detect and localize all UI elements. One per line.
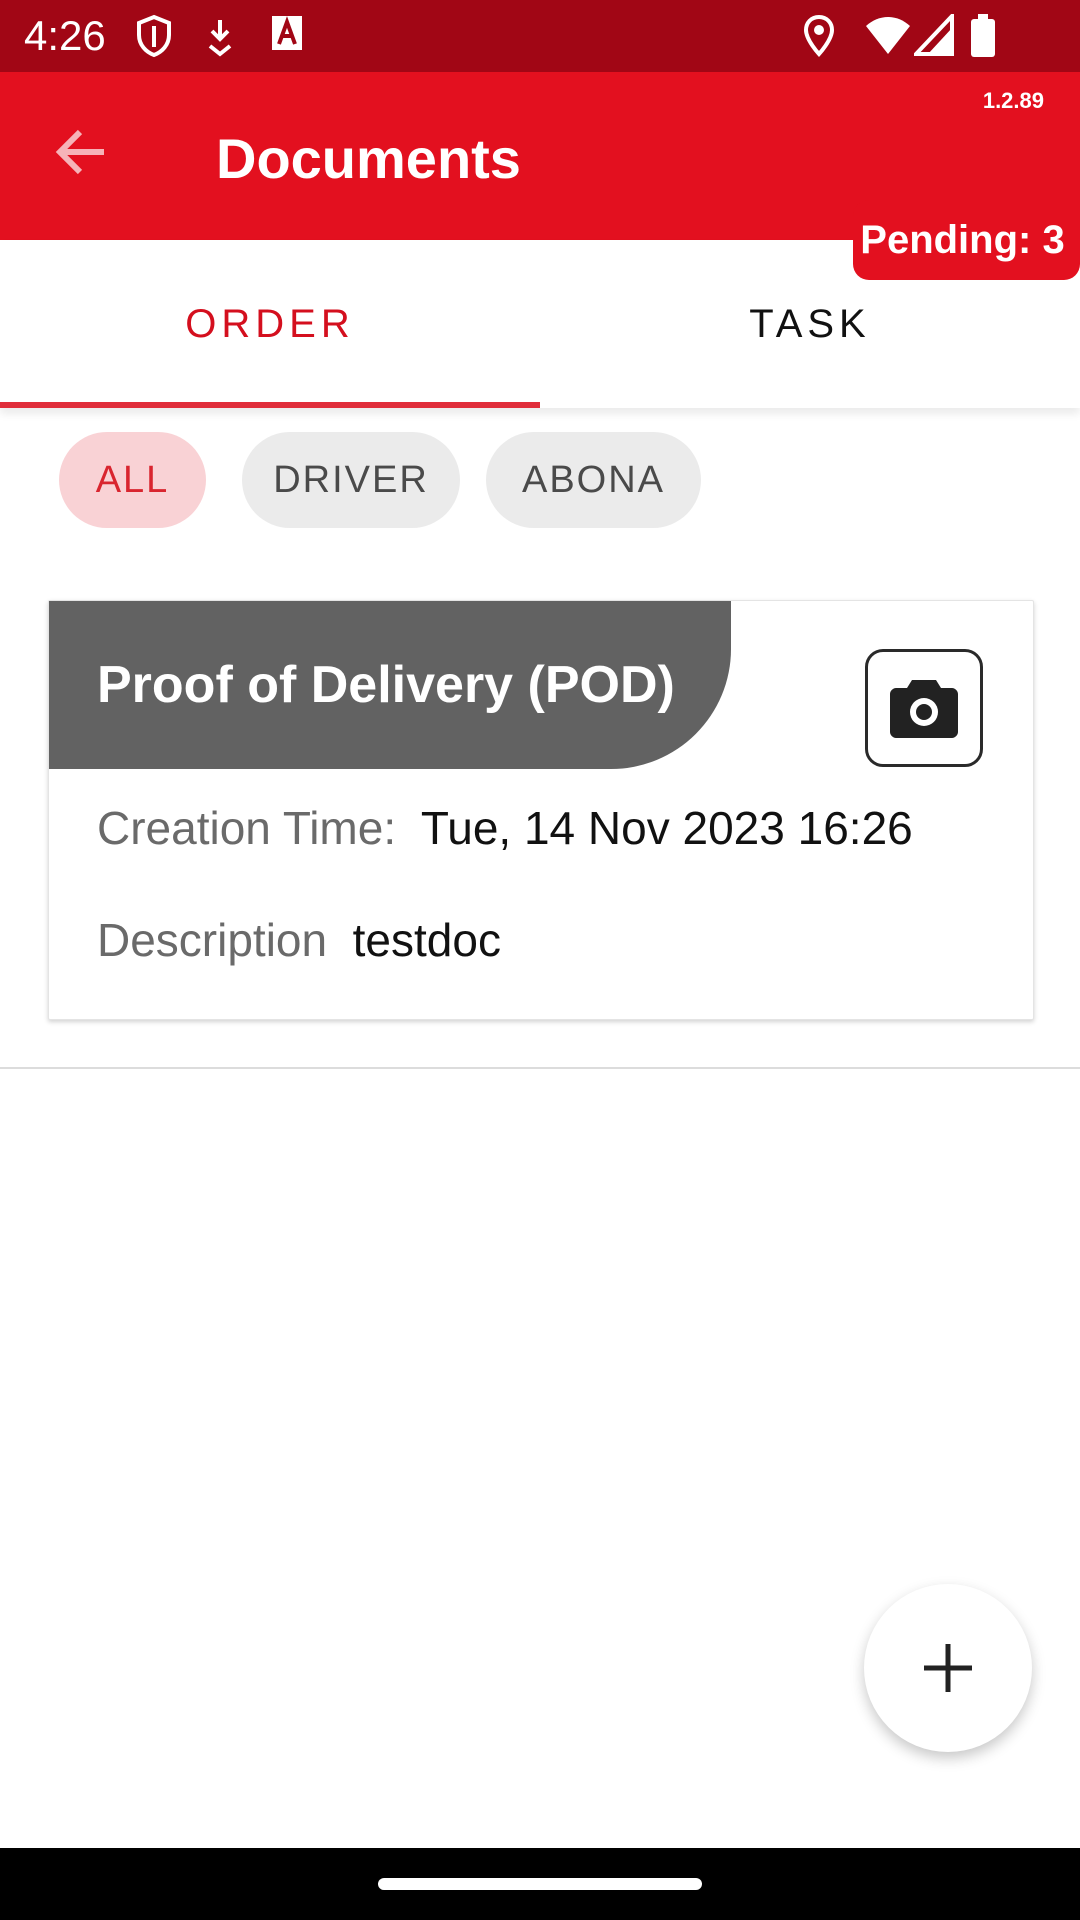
document-card[interactable]: Proof of Delivery (POD) Creation Time: T… <box>48 600 1034 1020</box>
creation-time-label: Creation Time: <box>97 802 397 854</box>
download-icon <box>204 14 236 63</box>
creation-time-row: Creation Time: Tue, 14 Nov 2023 16:26 <box>97 801 913 855</box>
arrow-back-icon[interactable] <box>52 122 112 182</box>
plus-icon <box>924 1644 972 1692</box>
chip-all[interactable]: ALL <box>59 432 206 528</box>
card-header: Proof of Delivery (POD) <box>49 601 731 769</box>
add-document-button[interactable] <box>864 1584 1032 1752</box>
location-icon <box>802 14 836 63</box>
description-row: Description testdoc <box>97 913 501 967</box>
navigation-bar <box>0 1848 1080 1920</box>
document-title: Proof of Delivery (POD) <box>97 656 675 714</box>
filter-chips: ALL DRIVER ABONA <box>0 432 1080 528</box>
status-time: 4:26 <box>24 12 106 59</box>
tab-order[interactable]: ORDER <box>0 240 540 408</box>
divider <box>0 1067 1080 1069</box>
camera-icon <box>890 680 958 738</box>
status-bar: 4:26 <box>0 0 1080 72</box>
battery-icon <box>970 14 996 63</box>
version-label: 1.2.89 <box>982 88 1044 113</box>
signal-icon <box>911 10 954 61</box>
text-a-icon <box>270 14 304 59</box>
page-title: Documents <box>216 127 521 190</box>
home-handle[interactable] <box>378 1878 702 1890</box>
creation-time-value: Tue, 14 Nov 2023 16:26 <box>420 802 913 854</box>
tab-indicator <box>0 402 540 408</box>
camera-button[interactable] <box>865 649 983 767</box>
description-value: testdoc <box>352 914 501 966</box>
description-label: Description <box>97 914 328 966</box>
chip-driver[interactable]: DRIVER <box>242 432 460 528</box>
chip-abona[interactable]: ABONA <box>486 432 701 528</box>
pending-badge[interactable]: Pending: 3 <box>853 200 1080 280</box>
wifi-icon <box>864 14 912 61</box>
shield-icon <box>134 14 174 63</box>
